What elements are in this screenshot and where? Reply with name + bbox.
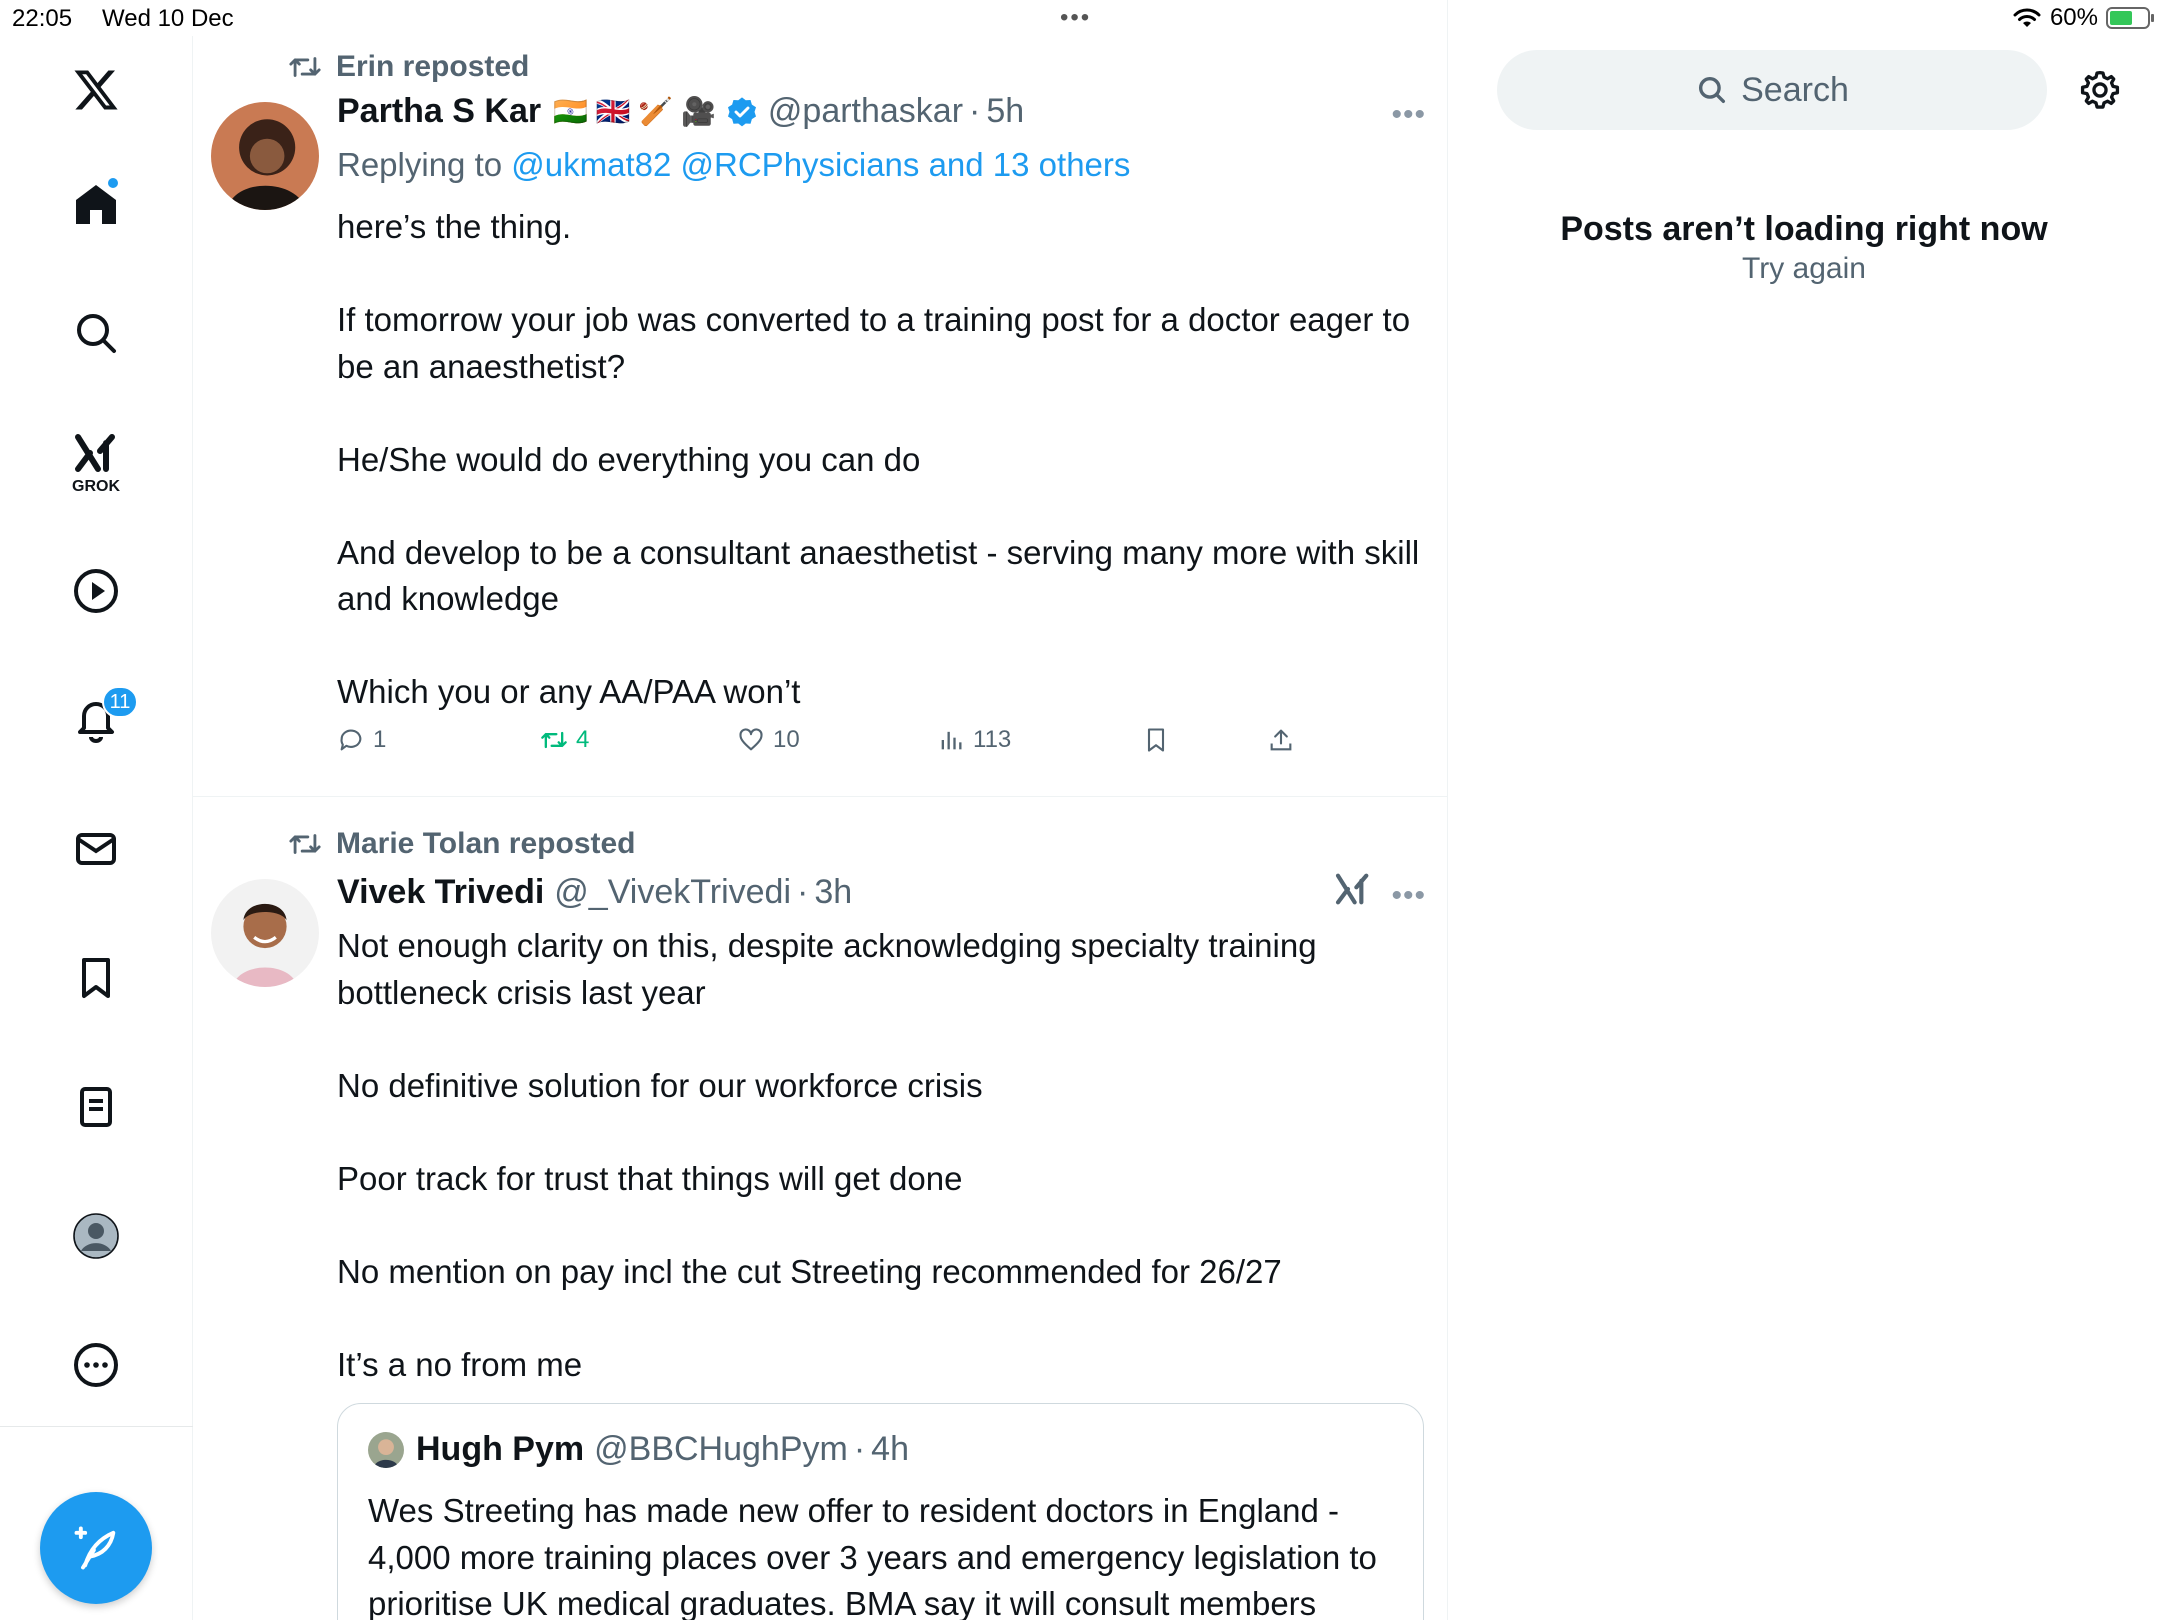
repost-button[interactable]: 4 <box>540 726 589 754</box>
nav-divider <box>0 1426 193 1427</box>
grok-label: GROK <box>72 478 120 495</box>
post-time[interactable]: 3h <box>814 873 852 912</box>
quoted-post-header: Hugh Pym @BBCHughPym · 4h <box>368 1430 909 1469</box>
messages-mail-icon[interactable] <box>56 809 136 889</box>
post-more-options-icon[interactable]: ••• <box>1391 879 1426 913</box>
search-placeholder: Search <box>1741 70 1849 109</box>
reply-count: 1 <box>373 726 387 753</box>
repost-context: Marie Tolan reposted <box>288 827 636 861</box>
quoted-post-time[interactable]: 4h <box>871 1430 909 1469</box>
quoted-author-name[interactable]: Hugh Pym <box>416 1430 584 1469</box>
post-body-paragraph: here’s the thing. <box>337 208 572 245</box>
repost-count: 4 <box>576 726 590 753</box>
video-play-icon[interactable] <box>56 551 136 631</box>
author-name[interactable]: Vivek Trivedi <box>337 873 544 912</box>
post-body-paragraph: Which you or any AA/PAA won’t <box>337 673 801 710</box>
settings-gear-icon[interactable] <box>2078 68 2122 112</box>
right-sidebar: Search Posts aren’t loading right now Tr… <box>1448 0 2160 1620</box>
compose-feather-icon <box>74 1526 116 1570</box>
repost-context: Erin reposted <box>288 50 529 84</box>
home-icon[interactable] <box>56 164 136 244</box>
notifications-badge: 11 <box>102 686 138 718</box>
repost-icon <box>541 731 567 749</box>
quoted-post[interactable]: Hugh Pym @BBCHughPym · 4h Wes Streeting … <box>337 1403 1424 1620</box>
post-partha-s-kar[interactable]: Erin reposted Partha S Kar 🇮🇳 🇬🇧 🏏 🎥 @pa… <box>193 0 1447 796</box>
posts-error-title: Posts aren’t loading right now <box>1560 210 2048 248</box>
status-time: 22:05 <box>12 5 73 32</box>
share-button[interactable] <box>1267 726 1295 754</box>
search-icon <box>1699 76 1726 104</box>
post-body: Not enough clarity on this, despite ackn… <box>337 923 1427 1388</box>
repost-icon <box>289 834 321 854</box>
post-body-paragraph: If tomorrow your job was converted to a … <box>337 301 1411 385</box>
reply-button[interactable]: 1 <box>337 726 386 754</box>
grok-icon[interactable]: GROK <box>56 422 136 502</box>
author-emoji-flags: 🇮🇳 🇬🇧 🏏 🎥 <box>553 96 716 127</box>
analytics-bars-icon <box>941 731 962 750</box>
like-count: 10 <box>773 726 800 753</box>
repost-context-label[interactable]: Marie Tolan reposted <box>336 827 636 861</box>
search-input[interactable]: Search <box>1497 50 2047 130</box>
repost-context-label[interactable]: Erin reposted <box>336 50 529 84</box>
more-options-icon[interactable] <box>56 1325 136 1405</box>
author-handle[interactable]: @_VivekTrivedi <box>554 873 791 912</box>
timeline-feed: Erin reposted Partha S Kar 🇮🇳 🇬🇧 🏏 🎥 @pa… <box>193 0 1448 1620</box>
post-body-paragraph: No mention on pay incl the cut Streeting… <box>337 1252 1282 1290</box>
post-body: here’s the thing. If tomorrow your job w… <box>337 204 1427 716</box>
quoted-post-text: Wes Streeting has made new offer to resi… <box>368 1492 1377 1620</box>
bookmarks-icon[interactable] <box>56 938 136 1018</box>
profile-avatar-icon[interactable] <box>56 1196 136 1276</box>
post-time[interactable]: 5h <box>986 92 1024 131</box>
post-body-paragraph: No definitive solution for our workforce… <box>337 1066 983 1104</box>
reply-prefix: Replying to <box>337 146 503 183</box>
view-count: 113 <box>973 726 1012 753</box>
post-more-options-icon[interactable]: ••• <box>1391 98 1426 132</box>
avatar[interactable] <box>211 879 319 987</box>
share-upload-icon <box>1270 729 1292 751</box>
post-body-paragraph: Not enough clarity on this, despite ackn… <box>337 927 1317 1011</box>
views-button[interactable]: 113 <box>937 726 1011 754</box>
post-body-paragraph: And develop to be a consultant anaesthet… <box>337 533 1420 618</box>
author-handle[interactable]: @parthaskar <box>768 92 963 131</box>
quoted-author-handle[interactable]: @BBCHughPym <box>594 1430 848 1469</box>
explore-search-icon[interactable] <box>56 293 136 373</box>
avatar[interactable] <box>211 102 319 210</box>
bookmark-button[interactable] <box>1142 726 1170 754</box>
home-notification-dot <box>106 176 120 190</box>
quoted-avatar[interactable] <box>368 1431 404 1468</box>
x-logo-icon[interactable] <box>56 50 136 130</box>
post-body-paragraph: He/She would do everything you can do <box>337 440 921 478</box>
reply-context: Replying to @ukmat82 @RCPhysicians and 1… <box>337 146 1130 184</box>
notifications-bell-icon[interactable]: 11 <box>56 680 138 760</box>
verified-badge-icon <box>727 96 756 126</box>
like-button[interactable]: 10 <box>737 726 800 754</box>
repost-icon <box>289 57 321 77</box>
post-body-paragraph: Poor track for trust that things will ge… <box>337 1159 963 1197</box>
post-actions: 1 4 10 113 <box>337 726 1337 766</box>
reply-targets-link[interactable]: @ukmat82 @RCPhysicians and 13 others <box>511 146 1130 183</box>
reply-icon <box>340 729 362 751</box>
left-navigation: GROK 11 <box>0 36 193 1620</box>
grok-explain-icon[interactable] <box>1333 869 1373 909</box>
heart-icon <box>739 728 763 751</box>
lists-icon[interactable] <box>56 1067 136 1147</box>
bookmark-icon <box>1147 728 1165 752</box>
try-again-button[interactable]: Try again <box>1448 252 2160 286</box>
compose-post-button[interactable] <box>40 1492 152 1604</box>
author-name[interactable]: Partha S Kar <box>337 92 541 131</box>
post-body-paragraph: It’s a no from me <box>337 1345 583 1383</box>
